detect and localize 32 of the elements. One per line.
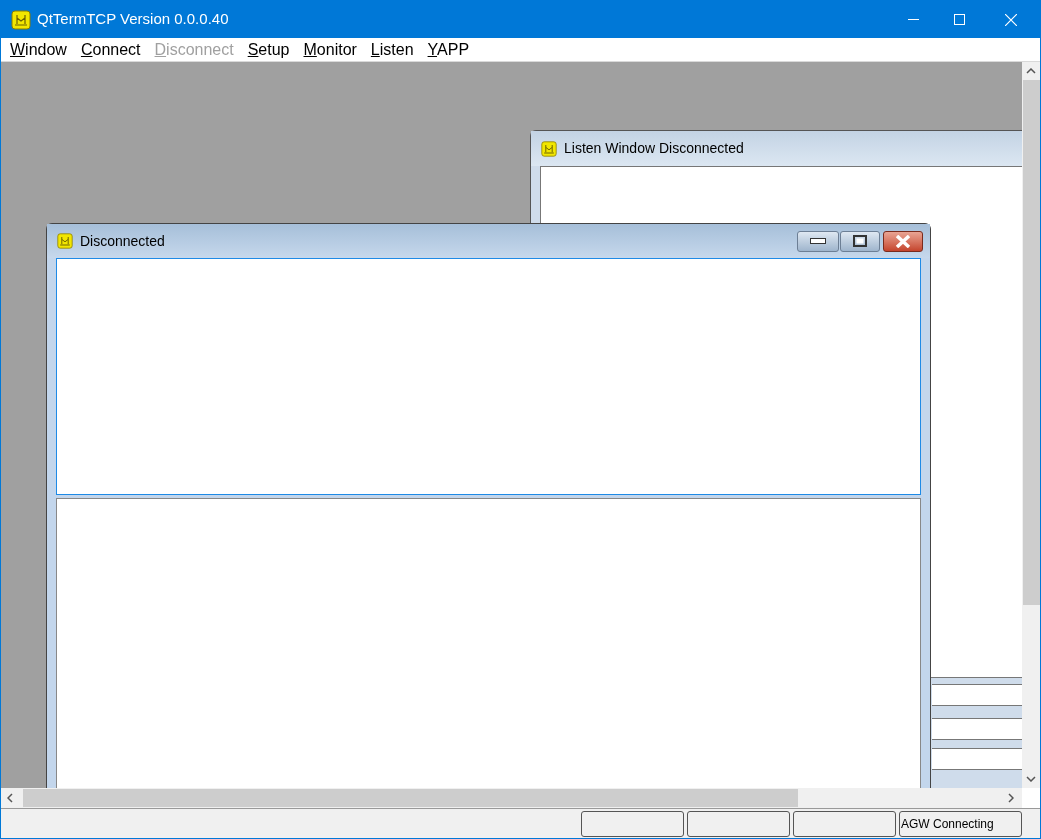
menu-item[interactable]: Monitor — [296, 37, 364, 62]
input-area[interactable] — [56, 498, 921, 788]
window-title: Disconnected — [80, 231, 165, 251]
close-icon — [895, 234, 911, 248]
minimize-icon — [810, 238, 826, 244]
scroll-left-icon[interactable] — [7, 793, 13, 803]
menu-item[interactable]: Connect — [73, 37, 148, 62]
close-icon — [1005, 13, 1017, 26]
menu-item[interactable]: Setup — [240, 37, 297, 62]
restore-button[interactable] — [840, 230, 880, 252]
minimize-icon — [907, 19, 919, 20]
scroll-up-icon[interactable] — [1026, 68, 1036, 74]
scroll-thumb[interactable] — [23, 789, 798, 807]
window-title: Listen Window Disconnected — [564, 139, 744, 158]
status-panel: AGW Connecting — [899, 810, 1022, 837]
scroll-down-icon[interactable] — [1026, 776, 1036, 782]
menu-item[interactable]: Listen — [363, 37, 421, 62]
text-field[interactable] — [932, 718, 1022, 740]
restore-icon — [853, 235, 867, 247]
text-field[interactable] — [932, 748, 1022, 770]
close-button[interactable] — [883, 230, 923, 252]
window-title: QtTermTCP Version 0.0.0.40 — [37, 9, 229, 30]
menu-item[interactable]: YAPP — [420, 37, 477, 62]
minimize-button[interactable] — [797, 230, 839, 252]
scroll-right-icon[interactable] — [1008, 793, 1014, 803]
app-icon — [57, 233, 73, 249]
text-field[interactable] — [932, 684, 1022, 706]
scroll-thumb[interactable] — [1022, 80, 1040, 605]
menu-item[interactable]: Window — [3, 37, 74, 62]
maximize-icon — [953, 14, 965, 25]
app-icon — [541, 140, 557, 157]
app-icon — [11, 9, 31, 30]
